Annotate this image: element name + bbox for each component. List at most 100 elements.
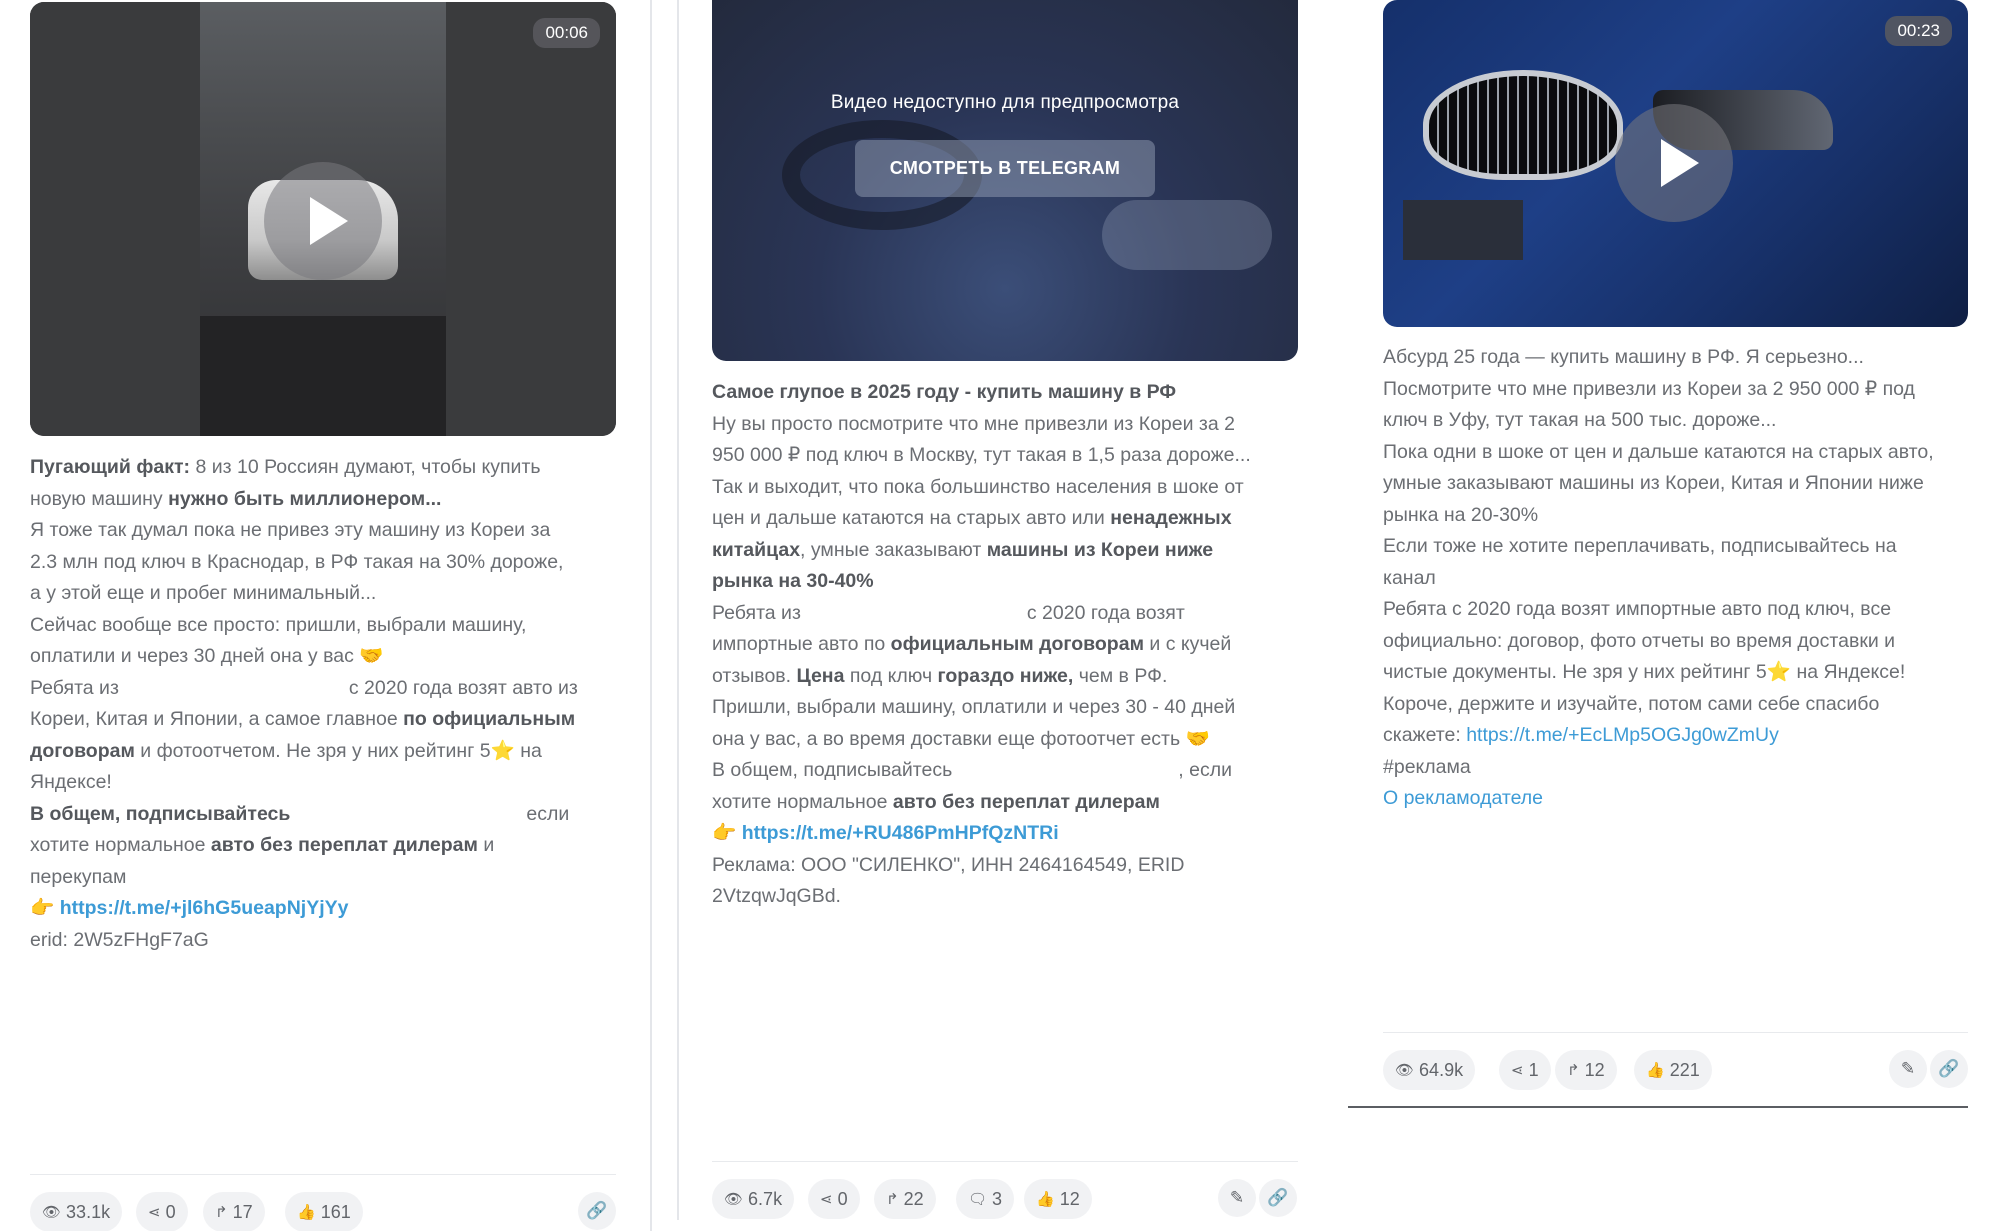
- footer-divider: [30, 1174, 616, 1175]
- views-chip[interactable]: 👁 64.9k: [1383, 1050, 1476, 1090]
- text-line: Пришли, выбрали машину, оплатили и через…: [712, 696, 1236, 718]
- video-duration: 00:06: [533, 18, 600, 48]
- eye-icon: 👁: [42, 1204, 62, 1221]
- text-line: Я тоже так думал пока не привез эту маши…: [30, 519, 551, 541]
- thumbnail-grille: [1423, 70, 1623, 180]
- play-icon[interactable]: [264, 162, 382, 280]
- share-icon: ⋖: [148, 1204, 161, 1221]
- text-line: чистые документы. Не зря у них рейтинг 5…: [1383, 661, 1906, 683]
- forwards-chip[interactable]: ↱ 17: [203, 1192, 265, 1231]
- text-line: оплатили и через 30 дней она у вас 🤝: [30, 645, 384, 667]
- shares-chip[interactable]: ⋖ 1: [1499, 1050, 1551, 1090]
- thumbs-up-icon: 👍: [1646, 1062, 1665, 1079]
- post-text: Абсурд 25 года — купить машину в РФ. Я с…: [1383, 342, 1983, 815]
- pointing-hand-icon: 👉: [30, 897, 55, 919]
- thumbs-up-icon: 👍: [297, 1204, 316, 1221]
- text-line: а у этой еще и пробег минимальный...: [30, 582, 377, 604]
- text-line: китайцах, умные заказывают машины из Кор…: [712, 538, 1214, 561]
- comments-icon: 🗨: [968, 1191, 988, 1208]
- link-icon[interactable]: 🔗: [1930, 1050, 1968, 1088]
- post-card: 00:06: [30, 0, 616, 436]
- channel-link[interactable]: https://t.me/+jl6hG5ueapNjYjYy: [60, 897, 349, 919]
- share-icon: ⋖: [820, 1191, 833, 1208]
- text-line: 2.3 млн под ключ в Краснодар, в РФ такая…: [30, 550, 564, 573]
- shares-chip[interactable]: ⋖ 0: [136, 1192, 188, 1231]
- likes-chip[interactable]: 👍 161: [285, 1192, 363, 1231]
- channel-link[interactable]: https://t.me/+EcLMp5OGJg0wZmUy: [1466, 724, 1779, 746]
- text-line: 950 000 ₽ под ключ в Москву, тут такая в…: [712, 444, 1251, 466]
- video-preview[interactable]: 00:06: [30, 2, 616, 436]
- thumbnail-ground: [200, 316, 446, 436]
- text-line: цен и дальше катаются на старых авто или…: [712, 507, 1232, 529]
- thumbnail-plate: [1403, 200, 1523, 260]
- text-line: скажете: https://t.me/+EcLMp5OGJg0wZmUy: [1383, 724, 1779, 746]
- comments-chip[interactable]: 🗨 3: [956, 1179, 1015, 1219]
- text-line: Посмотрите что мне привезли из Кореи за …: [1383, 377, 1915, 400]
- text-line: рынка на 30-40%: [712, 570, 874, 592]
- text-line: хотите нормальное авто без переплат диле…: [30, 834, 495, 856]
- likes-chip[interactable]: 👍 221: [1634, 1050, 1712, 1090]
- likes-chip[interactable]: 👍 12: [1024, 1179, 1092, 1219]
- text-line: отзывов. Цена под ключ гораздо ниже, чем…: [712, 664, 1168, 687]
- text-line: Кореи, Китая и Японии, а самое главное п…: [30, 708, 576, 730]
- pencil-icon[interactable]: ✎: [1218, 1179, 1256, 1217]
- text-line: Ребята с 2020 года возят импортные авто …: [1383, 598, 1892, 620]
- share-icon: ⋖: [1511, 1062, 1524, 1079]
- post-text: Пугающий факт: 8 из 10 Россиян думают, ч…: [30, 452, 630, 956]
- text-line: 👉 https://t.me/+jl6hG5ueapNjYjYy: [30, 893, 630, 925]
- text-line: Ну вы просто посмотрите что мне привезли…: [712, 412, 1235, 435]
- link-icon[interactable]: 🔗: [578, 1192, 616, 1230]
- text-line: Так и выходит, что пока большинство насе…: [712, 475, 1244, 498]
- text-line: erid: 2W5zFHgF7aG: [30, 928, 209, 951]
- text-line: новую машину нужно быть миллионером...: [30, 487, 442, 510]
- text-line: хотите нормальное авто без переплат диле…: [712, 790, 1160, 813]
- text-line: Пугающий факт: 8 из 10 Россиян думают, ч…: [30, 456, 541, 478]
- views-chip[interactable]: 👁 6.7k: [712, 1179, 795, 1219]
- post-text: Самое глупое в 2025 году - купить машину…: [712, 377, 1332, 913]
- views-chip[interactable]: 👁 33.1k: [30, 1192, 123, 1231]
- text-line: умные заказывают машины из Кореи, Китая …: [1383, 472, 1924, 494]
- text-line: 👉 https://t.me/+RU486PmHPfQzNTRi: [712, 818, 1332, 850]
- text-line: импортные авто по официальным договорам …: [712, 633, 1232, 655]
- text-line: В общем, подписывайтесь если: [30, 802, 570, 825]
- pointing-hand-icon: 👉: [712, 822, 737, 844]
- video-preview-unavailable: Видео недоступно для предпросмотра СМОТР…: [712, 0, 1298, 361]
- video-blur-left: [30, 2, 200, 436]
- text-line: она у вас, а во время доставки еще фотоо…: [712, 727, 1210, 750]
- text-line: Ребята из с 2020 года возят авто из: [30, 676, 578, 699]
- forwards-chip[interactable]: ↱ 12: [1555, 1050, 1617, 1090]
- text-line: 2VtzqwJqGBd.: [712, 885, 841, 907]
- channel-link[interactable]: https://t.me/+RU486PmHPfQzNTRi: [742, 822, 1059, 844]
- text-line: перекупам: [30, 865, 127, 888]
- text-line: Яндексе!: [30, 771, 112, 793]
- text-line: Короче, держите и изучайте, потом сами с…: [1383, 692, 1880, 715]
- link-icon[interactable]: 🔗: [1259, 1179, 1297, 1217]
- text-line: Абсурд 25 года — купить машину в РФ. Я с…: [1383, 346, 1864, 368]
- column-divider: [650, 0, 652, 1231]
- text-line: канал: [1383, 566, 1436, 589]
- forward-icon: ↱: [215, 1204, 228, 1221]
- watch-in-telegram-button[interactable]: СМОТРЕТЬ В TELEGRAM: [855, 140, 1155, 197]
- about-advertiser-link[interactable]: О рекламодателе: [1383, 787, 1543, 809]
- text-line: ключ в Уфу, тут такая на 500 тыс. дороже…: [1383, 409, 1777, 431]
- thumbs-up-icon: 👍: [1036, 1191, 1055, 1208]
- shares-chip[interactable]: ⋖ 0: [808, 1179, 860, 1219]
- footer-divider: [1383, 1032, 1968, 1033]
- column-divider: [677, 0, 679, 1220]
- forwards-chip[interactable]: ↱ 22: [874, 1179, 936, 1219]
- forward-icon: ↱: [1567, 1062, 1580, 1079]
- pencil-icon[interactable]: ✎: [1889, 1050, 1927, 1088]
- eye-icon: 👁: [724, 1191, 744, 1208]
- text-line: Самое глупое в 2025 году - купить машину…: [712, 381, 1177, 403]
- thumbnail-headlight: [1102, 200, 1272, 270]
- text-line: договорам и фотоотчетом. Не зря у них ре…: [30, 739, 542, 762]
- text-line: О рекламодателе: [1383, 783, 1983, 815]
- play-icon[interactable]: [1615, 104, 1733, 222]
- card-bottom-border: [1348, 1106, 1968, 1108]
- text-line: рынка на 20-30%: [1383, 503, 1539, 526]
- post-card: 00:23: [1383, 0, 1968, 327]
- video-blur-right: [446, 2, 616, 436]
- text-line: Пока одни в шоке от цен и дальше катаютс…: [1383, 440, 1934, 463]
- text-line: Сейчас вообще все просто: пришли, выбрал…: [30, 613, 527, 636]
- video-preview[interactable]: 00:23: [1383, 0, 1968, 327]
